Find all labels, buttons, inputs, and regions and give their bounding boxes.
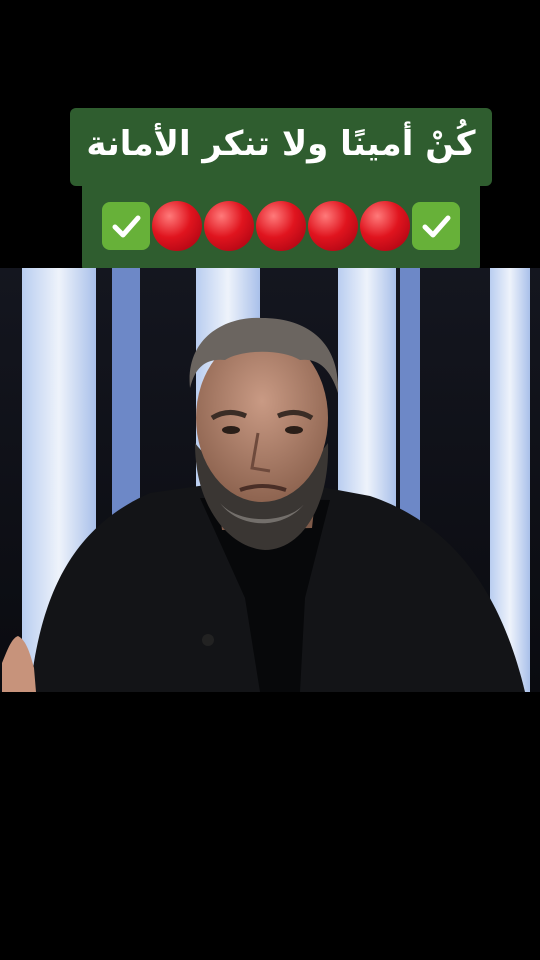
studio-scene: [0, 268, 540, 692]
interview-video: [0, 268, 540, 692]
red-circle-icon: [256, 201, 306, 251]
video-frame: كُنْ أمينًا ولا تنكر الأمانة: [0, 0, 540, 960]
red-circle-icon: [308, 201, 358, 251]
lapel-microphone: [202, 634, 214, 646]
red-circle-icon: [360, 201, 410, 251]
emoji-row: [98, 200, 464, 252]
red-circle-icon: [152, 201, 202, 251]
check-mark-icon: [102, 202, 150, 250]
caption-text: كُنْ أمينًا ولا تنكر الأمانة: [86, 124, 476, 164]
caption-overlay: كُنْ أمينًا ولا تنكر الأمانة: [70, 108, 492, 272]
check-mark-icon: [412, 202, 460, 250]
red-circle-icon: [204, 201, 254, 251]
